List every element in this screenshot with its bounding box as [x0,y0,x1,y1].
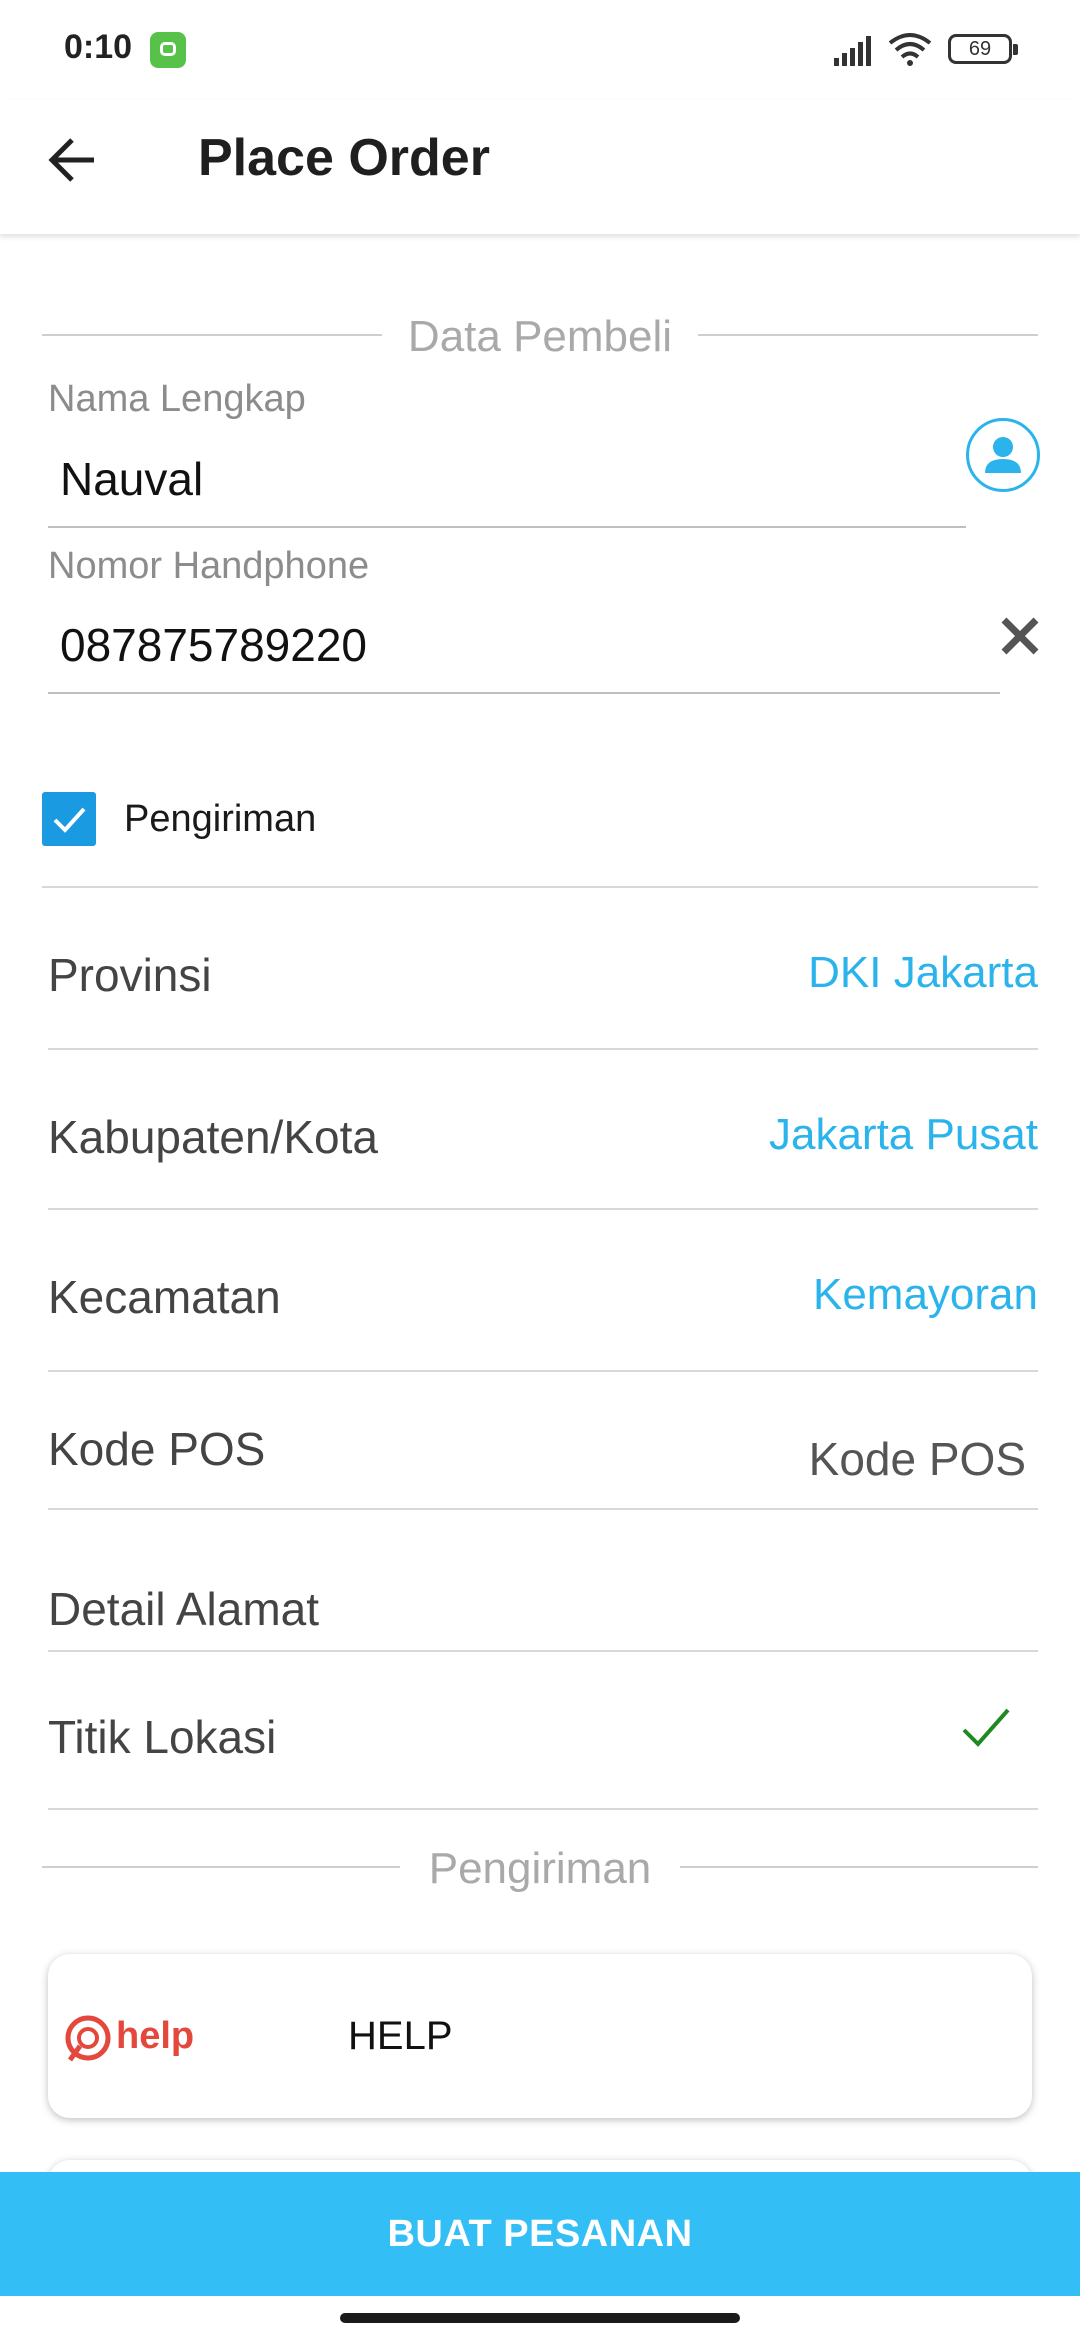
divider [42,886,1038,888]
divider [48,1048,1038,1050]
name-label: Nama Lengkap [48,378,306,420]
status-bar: 0:10 69 [0,0,1080,100]
phone-label: Nomor Handphone [48,545,370,587]
wifi-icon [888,33,932,66]
signal-icon [834,36,871,66]
help-logo-text: help [116,2015,194,2057]
checkmark-icon [53,807,86,833]
home-indicator[interactable] [340,2313,740,2323]
help-logo: help [65,2015,194,2062]
check-icon [962,1708,1010,1747]
app-notification-icon [150,32,186,68]
postal-code-label: Kode POS [48,1423,266,1475]
divider [48,1808,1038,1810]
address-detail-input[interactable]: Detail Alamat [48,1582,319,1636]
buyer-section-header: Data Pembeli [42,304,1038,364]
postal-code-input[interactable]: Kode POS [809,1432,1026,1486]
province-value[interactable]: DKI Jakarta [808,948,1038,998]
app-bar: Place Order [0,100,1080,234]
province-label: Provinsi [48,949,212,1001]
divider [48,1370,1038,1372]
page-title: Place Order [198,129,490,187]
district-value[interactable]: Kemayoran [813,1270,1038,1320]
battery-icon: 69 [948,34,1018,64]
shipping-checkbox-label: Pengiriman [124,798,317,840]
status-time: 0:10 [64,28,133,66]
city-label: Kabupaten/Kota [48,1111,378,1163]
location-label: Titik Lokasi [48,1711,277,1763]
divider [48,1508,1038,1510]
back-arrow-icon[interactable] [44,130,104,190]
divider [48,1208,1038,1210]
phone-field[interactable]: 087875789220 [60,618,367,672]
shipping-section-title: Pengiriman [406,1844,674,1893]
courier-name: HELP [348,2014,453,2058]
contact-picker-icon[interactable] [966,418,1040,492]
battery-level: 69 [968,38,992,60]
name-field-underline [48,526,966,528]
clear-icon[interactable] [996,612,1044,660]
phone-field-underline [48,692,1000,694]
city-value[interactable]: Jakarta Pusat [769,1110,1038,1160]
district-label: Kecamatan [48,1271,281,1323]
place-order-button[interactable]: BUAT PESANAN [0,2172,1080,2296]
courier-option-card[interactable]: help HELP [48,1954,1032,2118]
divider [48,1650,1038,1652]
buyer-section-title: Data Pembeli [385,312,695,361]
shipping-section-header: Pengiriman [42,1836,1038,1896]
name-field[interactable]: Nauval [60,452,203,506]
shipping-checkbox[interactable] [42,792,96,846]
